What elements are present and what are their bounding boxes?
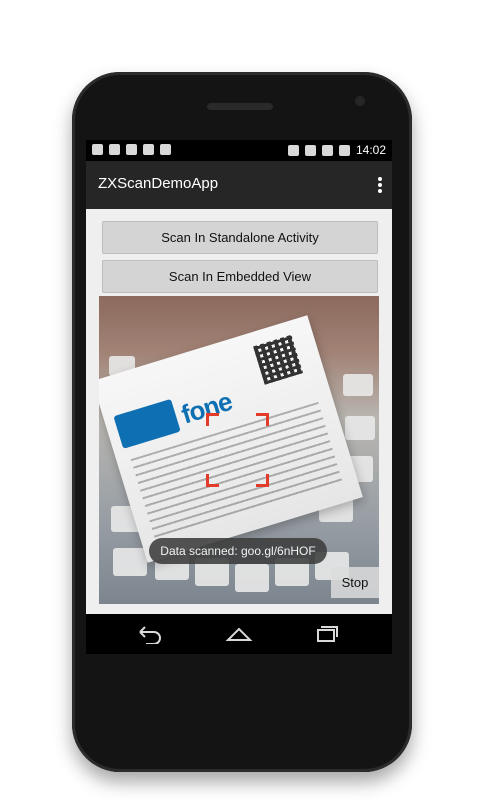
scan-embedded-button[interactable]: Scan In Embedded View [102, 260, 378, 293]
scan-result-toast: Data scanned: goo.gl/6nHOF [149, 538, 327, 564]
front-camera [355, 96, 365, 106]
main-content: Scan In Standalone Activity Scan In Embe… [86, 209, 392, 641]
battery-icon [338, 144, 350, 156]
back-icon[interactable] [134, 624, 164, 644]
action-bar: ZXScanDemoApp [86, 161, 392, 209]
home-icon[interactable] [224, 624, 254, 644]
stop-button[interactable]: Stop [331, 567, 379, 598]
navigation-bar [86, 614, 392, 654]
recent-apps-icon[interactable] [312, 624, 342, 644]
camera-preview[interactable]: fone Data scanned: goo.gl/6nHOF Stop [99, 296, 379, 604]
signal-icon [321, 144, 333, 156]
status-time: 14:02 [355, 143, 386, 157]
wifi-icon [304, 144, 316, 156]
notification-icon [92, 144, 103, 155]
qr-code [253, 334, 304, 385]
app-title: ZXScanDemoApp [98, 175, 219, 192]
status-bar: 14:02 [86, 140, 392, 161]
scan-bracket-bottom-left [206, 474, 219, 487]
notification-icon [143, 144, 154, 155]
overflow-menu-icon[interactable] [378, 177, 382, 193]
bike-logo-icon [113, 398, 181, 449]
scan-bracket-bottom-right [256, 474, 269, 487]
system-icons: 14:02 [287, 143, 386, 157]
notification-icons [92, 144, 171, 155]
notification-icon [126, 144, 137, 155]
scan-standalone-button[interactable]: Scan In Standalone Activity [102, 221, 378, 254]
speaker-grill [207, 103, 273, 110]
screen: 14:02 ZXScanDemoApp Scan In Standalone A… [86, 140, 392, 654]
notification-icon [160, 144, 171, 155]
scan-bracket-top-right [256, 413, 269, 426]
scan-bracket-top-left [206, 413, 219, 426]
notification-icon [109, 144, 120, 155]
bluetooth-icon [287, 144, 299, 156]
